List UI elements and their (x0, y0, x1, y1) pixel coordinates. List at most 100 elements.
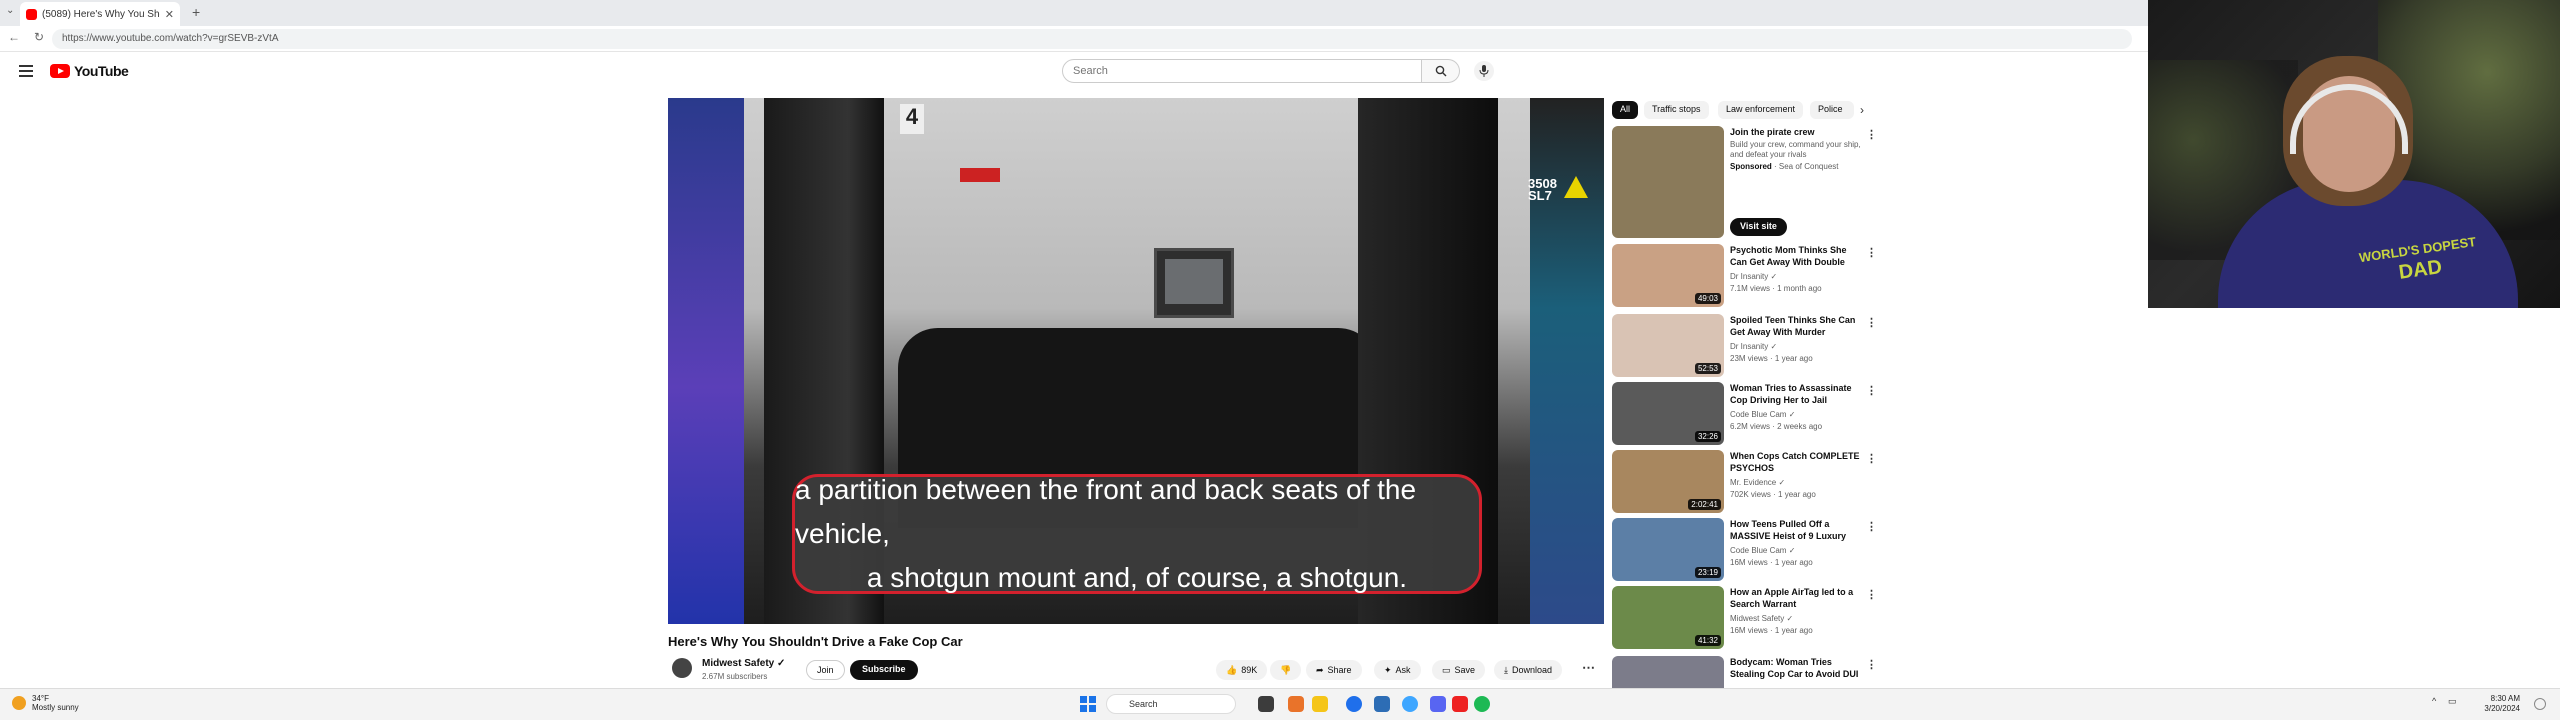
windows-taskbar (0, 688, 2560, 720)
edge-icon[interactable] (1346, 696, 1362, 712)
sparkle-icon: ✦ (1384, 664, 1392, 675)
video-thumbnail[interactable]: 49:03 (1612, 244, 1724, 307)
discord-icon[interactable] (1430, 696, 1446, 712)
file-explorer-icon[interactable] (1312, 696, 1328, 712)
more-vert-icon[interactable]: ⋮ (1866, 520, 1877, 533)
new-tab-button[interactable]: + (192, 4, 200, 20)
recommended-title[interactable]: How Teens Pulled Off a MASSIVE Heist of … (1730, 518, 1864, 542)
app-icon-red[interactable] (1452, 696, 1468, 712)
recommended-channel[interactable]: Mr. Evidence ✓ (1730, 478, 1785, 487)
video-thumbnail[interactable]: 2:02:41 (1612, 450, 1724, 513)
video-left-side (668, 98, 744, 624)
browser-tab-active[interactable]: (5089) Here's Why You Should... ✕ (20, 2, 180, 26)
recommended-video[interactable]: 41:32 How an Apple AirTag led to a Search… (1612, 586, 1877, 650)
sponsor-name: Sea of Conquest (1778, 162, 1839, 171)
recommended-channel[interactable]: Code Blue Cam ✓ (1730, 546, 1795, 555)
video-title: Here's Why You Shouldn't Drive a Fake Co… (668, 634, 963, 649)
spotify-icon[interactable] (1474, 696, 1490, 712)
chrome-icon[interactable] (1402, 696, 1418, 712)
recommended-title[interactable]: Spoiled Teen Thinks She Can Get Away Wit… (1730, 314, 1864, 338)
taskbar-clock[interactable]: 8:30 AM 3/20/2024 (2464, 694, 2520, 714)
search-button[interactable] (1422, 59, 1460, 83)
duration-badge: 52:53 (1694, 363, 1721, 374)
duration-badge: 41:32 (1694, 635, 1721, 646)
hamburger-menu-icon[interactable] (19, 65, 33, 80)
video-laptop (1154, 248, 1234, 318)
chevron-right-icon[interactable]: › (1860, 103, 1864, 117)
recommended-channel[interactable]: Code Blue Cam ✓ (1730, 410, 1795, 419)
video-thumbnail[interactable]: 23:19 (1612, 518, 1724, 581)
chip-all[interactable]: All (1612, 101, 1639, 119)
youtube-wordmark: YouTube (74, 63, 129, 79)
weather-widget[interactable]: 34°F Mostly sunny (12, 694, 79, 712)
dislike-button[interactable]: 👎 (1270, 660, 1302, 680)
recommended-video[interactable]: 23:19 How Teens Pulled Off a MASSIVE Heis… (1612, 518, 1877, 582)
chip-police[interactable]: Police (1810, 101, 1854, 119)
channel-avatar[interactable] (672, 658, 692, 678)
sun-icon (12, 696, 26, 710)
recommended-title[interactable]: How an Apple AirTag led to a Search Warr… (1730, 586, 1864, 610)
sponsored-item[interactable]: Join the pirate crew Build your crew, com… (1612, 126, 1877, 242)
video-thumbnail[interactable]: 41:32 (1612, 586, 1724, 649)
video-player[interactable]: 4 3508 SL7 a partition between the front… (668, 98, 1604, 624)
reload-icon[interactable]: ↻ (34, 30, 44, 44)
url-field[interactable]: https://www.youtube.com/watch?v=grSEVB-z… (52, 29, 2132, 49)
tab-title: (5089) Here's Why You Should... (42, 8, 160, 20)
recommended-title[interactable]: Psychotic Mom Thinks She Can Get Away Wi… (1730, 244, 1864, 268)
recommended-title[interactable]: Bodycam: Woman Tries Stealing Cop Car to… (1730, 656, 1864, 680)
youtube-favicon-icon (26, 8, 37, 20)
app-icon-blue[interactable] (1374, 696, 1390, 712)
download-button[interactable]: ⤓ Download (1494, 660, 1563, 680)
more-vert-icon[interactable]: ⋮ (1866, 316, 1877, 329)
more-vert-icon[interactable]: ⋮ (1866, 658, 1877, 671)
recommended-title[interactable]: When Cops Catch COMPLETE PSYCHOS (1730, 450, 1864, 474)
recommended-video[interactable]: 2:02:41 When Cops Catch COMPLETE PSYCHOS M… (1612, 450, 1877, 514)
more-vert-icon[interactable]: ⋮ (1866, 384, 1877, 397)
tray-chevron-icon[interactable]: ^ (2432, 696, 2436, 706)
back-icon[interactable]: ← (8, 30, 20, 44)
video-thumbnail[interactable] (1612, 126, 1724, 238)
join-button[interactable]: Join (806, 660, 845, 680)
search-input[interactable] (1062, 59, 1422, 83)
taskbar-search[interactable]: Search (1106, 694, 1236, 714)
browser-tabstrip (0, 0, 2148, 26)
recommended-channel[interactable]: Midwest Safety ✓ (1730, 614, 1793, 623)
close-icon[interactable]: ✕ (165, 8, 174, 21)
windows-start-icon[interactable] (1080, 696, 1096, 712)
subscribe-button[interactable]: Subscribe (850, 660, 918, 680)
more-vert-icon[interactable]: ⋮ (1866, 128, 1877, 141)
recommended-channel[interactable]: Dr Insanity ✓ (1730, 342, 1777, 351)
chip-law-enforcement[interactable]: Law enforcement (1718, 101, 1804, 119)
bookmark-icon: ▭ (1442, 664, 1451, 675)
voice-search-button[interactable] (1474, 61, 1494, 81)
tray-network-icon[interactable]: ▭ (2448, 696, 2457, 707)
webcam-overlay: WORLD'S DOPEST DAD (2148, 0, 2560, 308)
more-vert-icon[interactable]: ⋮ (1866, 452, 1877, 465)
task-view-icon[interactable] (1258, 696, 1274, 712)
channel-name[interactable]: Midwest Safety ✓ (702, 658, 785, 669)
save-button[interactable]: ▭ Save (1432, 660, 1486, 680)
more-vert-icon[interactable]: ⋮ (1866, 588, 1877, 601)
caption-line-2: a shotgun mount and, of course, a shotgu… (866, 562, 1408, 593)
recommended-title[interactable]: Join the pirate crew (1730, 126, 1864, 138)
recommended-video[interactable]: 49:03 Psychotic Mom Thinks She Can Get Aw… (1612, 244, 1877, 308)
more-actions-icon[interactable]: ⋯ (1582, 660, 1595, 676)
recommended-video[interactable]: 32:26 Woman Tries to Assassinate Cop Driv… (1612, 382, 1877, 446)
tab-list-chevron-icon[interactable]: ⌄ (6, 5, 14, 16)
recommended-video[interactable]: 52:53 Spoiled Teen Thinks She Can Get Awa… (1612, 314, 1877, 378)
ask-button[interactable]: ✦ Ask (1374, 660, 1421, 680)
video-thumbnail[interactable]: 32:26 (1612, 382, 1724, 445)
warning-triangle-icon (1564, 176, 1588, 198)
share-button[interactable]: ➦ Share (1306, 660, 1362, 680)
like-button[interactable]: 👍 89K (1216, 660, 1268, 680)
like-count: 89K (1241, 665, 1258, 675)
video-thumbnail[interactable]: 52:53 (1612, 314, 1724, 377)
more-vert-icon[interactable]: ⋮ (1866, 246, 1877, 259)
visit-site-button[interactable]: Visit site (1730, 218, 1787, 236)
youtube-logo[interactable]: YouTube (50, 63, 129, 79)
recommended-title[interactable]: Woman Tries to Assassinate Cop Driving H… (1730, 382, 1864, 406)
recommended-channel[interactable]: Dr Insanity ✓ (1730, 272, 1777, 281)
browser-app-icon[interactable] (1288, 696, 1304, 712)
chip-traffic-stops[interactable]: Traffic stops (1644, 101, 1709, 119)
notification-icon[interactable] (2534, 698, 2546, 710)
